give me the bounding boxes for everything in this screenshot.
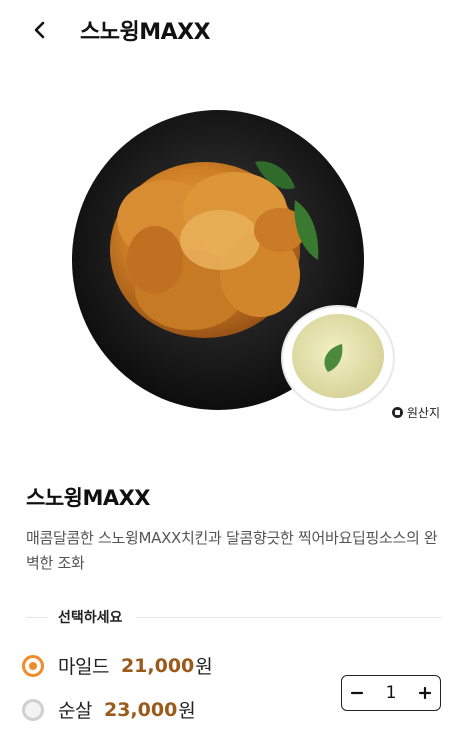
options-section-label: 선택하세요 bbox=[58, 610, 123, 626]
minus-icon bbox=[350, 691, 364, 695]
increase-quantity-button[interactable] bbox=[410, 676, 440, 710]
top-bar: 스노윙MAXX bbox=[0, 0, 466, 60]
quantity-stepper: 1 bbox=[341, 675, 441, 711]
dipping-sauce-bowl bbox=[281, 305, 395, 411]
back-button[interactable] bbox=[26, 16, 54, 44]
page-title: 스노윙MAXX bbox=[80, 20, 211, 45]
fried-chicken bbox=[110, 162, 306, 338]
option-price-unit: 원 bbox=[178, 700, 196, 722]
option-price: 21,000 bbox=[120, 654, 195, 677]
product-image bbox=[70, 100, 400, 420]
info-icon bbox=[391, 407, 403, 418]
option-mild[interactable]: 마일드 21,000 원 bbox=[22, 652, 213, 679]
product-name: 스노윙MAXX bbox=[26, 486, 151, 510]
origin-info-link[interactable]: 원산지 bbox=[391, 404, 440, 421]
radio-unselected-icon[interactable] bbox=[22, 698, 44, 721]
decrease-quantity-button[interactable] bbox=[342, 676, 372, 710]
option-name: 순살 bbox=[58, 700, 92, 722]
chevron-left-icon bbox=[34, 21, 45, 39]
product-description: 매콤달콤한 스노윙MAXX치킨과 달콤향긋한 찍어바요딥핑소스의 완벽한 조화 bbox=[26, 529, 438, 572]
divider bbox=[26, 617, 48, 618]
divider bbox=[136, 617, 442, 618]
plus-icon bbox=[418, 686, 432, 700]
option-boneless[interactable]: 순살 23,000 원 bbox=[22, 696, 196, 723]
origin-label: 원산지 bbox=[406, 406, 440, 420]
option-name: 마일드 bbox=[58, 656, 109, 678]
option-price-unit: 원 bbox=[195, 656, 213, 678]
radio-selected-icon[interactable] bbox=[22, 654, 44, 677]
option-price: 23,000 bbox=[103, 698, 178, 721]
quantity-value: 1 bbox=[385, 683, 397, 703]
